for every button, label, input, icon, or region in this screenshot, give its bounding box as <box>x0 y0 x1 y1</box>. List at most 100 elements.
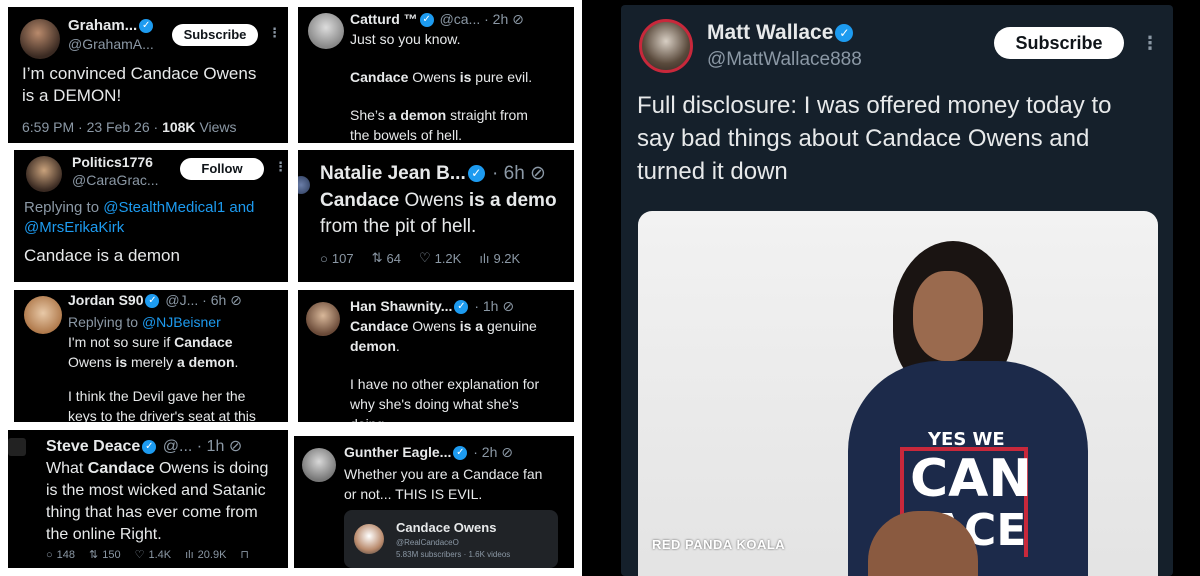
mention-link[interactable]: @NJBeisner <box>142 314 221 330</box>
author-handle[interactable]: @... <box>163 438 193 455</box>
follow-button[interactable]: Follow <box>180 158 264 180</box>
like-button[interactable]: ♡ 1.2K <box>419 250 461 266</box>
tweet-text-line: Candace Owens is a genuine <box>350 318 537 334</box>
tweet-card-han[interactable]: Han Shawnity... ✓ · 1h ⊘ Candace Owens is… <box>298 290 574 422</box>
reply-icon: ○ <box>46 548 53 561</box>
tweet-card-catturd[interactable]: Catturd ™ ✓ @ca... · 2h ⊘ Just so you kno… <box>298 7 574 143</box>
channel-name: Candace Owens <box>396 520 497 535</box>
repost-button[interactable]: ⇅ 64 <box>372 250 401 266</box>
channel-handle: @RealCandaceO <box>396 538 459 547</box>
tweet-time[interactable]: · 6h <box>202 292 226 308</box>
screenshot-collage: Graham... ✓ @GrahamA... Subscribe ⋮ I’m c… <box>0 0 582 576</box>
tweet-text-line: is a DEMON! <box>22 86 122 105</box>
photo-subject-face <box>913 271 983 361</box>
tweet-time[interactable]: · 1h <box>474 298 498 314</box>
like-button[interactable]: ♡ 1.4K <box>134 548 172 562</box>
avatar[interactable] <box>306 302 340 336</box>
author-handle[interactable]: @J... <box>165 292 198 308</box>
verified-badge-icon: ✓ <box>419 13 434 28</box>
tweet-text-line: is the most wicked and Satanic <box>46 482 266 499</box>
reply-button[interactable]: ○ 148 <box>46 548 75 561</box>
tweet-card-natalie[interactable]: Natalie Jean B... ✓ · 6h ⊘ Candace Owens … <box>298 150 574 282</box>
views-button[interactable]: ılı 9.2K <box>479 250 520 266</box>
mention-link[interactable]: @StealthMedical1 <box>103 199 225 216</box>
author-name[interactable]: Matt Wallace <box>707 21 833 44</box>
avatar[interactable] <box>639 19 693 73</box>
author-handle[interactable]: @ca... <box>440 11 481 27</box>
author-name[interactable]: Natalie Jean B... <box>320 163 466 184</box>
author-name[interactable]: Han Shawnity... <box>350 298 452 314</box>
repost-icon: ⇅ <box>371 250 383 265</box>
author-handle[interactable]: @GrahamA... <box>68 36 154 52</box>
author-handle[interactable]: @CaraGrac... <box>72 172 159 188</box>
tweet-time[interactable]: · 6h <box>492 163 525 184</box>
tweet-timestamp[interactable]: 6:59 PM · 23 Feb 26 · <box>22 119 158 135</box>
subscribe-button[interactable]: Subscribe <box>172 24 258 46</box>
grok-icon[interactable]: ⊘ <box>230 292 242 308</box>
avatar[interactable] <box>302 448 336 482</box>
repost-icon: ⇅ <box>89 549 99 561</box>
tweet-text-line: turned it down <box>637 158 788 185</box>
tweet-time[interactable]: · 2h <box>484 11 508 27</box>
author-name[interactable]: Catturd ™ <box>350 11 418 27</box>
author-name[interactable]: Steve Deace <box>46 438 140 455</box>
tweet-text-line: I’m convinced Candace Owens <box>22 64 257 83</box>
tweet-text-line: Candace is a demon <box>24 246 180 265</box>
tweet-text-line: What Candace Owens is doing <box>46 460 269 477</box>
more-options-icon[interactable]: ⋮ <box>1141 33 1159 54</box>
grok-icon[interactable]: ⊘ <box>502 298 514 314</box>
views-button[interactable]: ılı 20.9K <box>185 548 226 561</box>
verified-badge-icon: ✓ <box>142 439 157 454</box>
grok-icon[interactable]: ⊘ <box>229 438 242 455</box>
reply-button[interactable]: ○ 107 <box>320 250 354 266</box>
tweet-text-line: from the pit of hell. <box>320 216 477 237</box>
tweet-card-politics1776[interactable]: Politics1776 @CaraGrac... Follow ⋮ Reply… <box>14 150 288 282</box>
tweet-text-line: say bad things about Candace Owens and <box>637 125 1090 152</box>
heart-icon: ♡ <box>134 549 145 561</box>
tweet-text-line: Full disclosure: I was offered money tod… <box>637 92 1112 119</box>
author-name[interactable]: Jordan S90 <box>68 292 143 308</box>
channel-avatar <box>354 524 384 554</box>
tweet-text-line: Candace Owens is a demo <box>320 190 557 211</box>
main-tweet[interactable]: Matt Wallace ✓ @MattWallace888 Subscribe … <box>621 5 1173 576</box>
verified-badge-icon: ✓ <box>453 446 468 461</box>
avatar[interactable] <box>20 19 60 59</box>
tweet-text-line: demon. <box>350 338 400 354</box>
more-options-icon[interactable]: ⋮ <box>268 25 281 41</box>
mention-link[interactable]: @MrsErikaKirk <box>24 219 124 236</box>
analytics-icon: ılı <box>479 250 490 266</box>
author-name[interactable]: Gunther Eagle... <box>344 444 451 460</box>
tweet-card-gunther[interactable]: Gunther Eagle... ✓ · 2h ⊘ Whether you are… <box>294 436 574 568</box>
avatar[interactable] <box>298 176 310 194</box>
author-name[interactable]: Graham... <box>68 17 137 34</box>
tweet-card-jordan[interactable]: Jordan S90 ✓ @J... · 6h ⊘ Replying to @NJ… <box>14 290 288 422</box>
avatar[interactable] <box>8 438 26 456</box>
tweet-text-line: I have no other explanation for <box>350 376 540 392</box>
subscribe-button[interactable]: Subscribe <box>994 27 1124 59</box>
avatar[interactable] <box>308 13 344 49</box>
avatar[interactable] <box>24 296 62 334</box>
sweater-text: CAN <box>910 449 1032 509</box>
tweet-time[interactable]: · 2h <box>473 444 497 460</box>
grok-icon[interactable]: ⊘ <box>530 163 546 184</box>
author-handle[interactable]: @MattWallace888 <box>707 49 862 71</box>
embedded-channel-card[interactable]: Candace Owens @RealCandaceO 5.83M subscr… <box>344 510 558 568</box>
grok-icon[interactable]: ⊘ <box>501 444 513 460</box>
tweet-card-graham[interactable]: Graham... ✓ @GrahamA... Subscribe ⋮ I’m c… <box>8 7 288 143</box>
engagement-bar: ○ 107 ⇅ 64 ♡ 1.2K ılı 9.2K <box>320 250 520 266</box>
repost-button[interactable]: ⇅ 150 <box>89 548 121 562</box>
verified-badge-icon: ✓ <box>454 300 469 315</box>
verified-badge-icon: ✓ <box>139 19 154 34</box>
author-name[interactable]: Politics1776 <box>72 154 153 170</box>
views-label: Views <box>199 119 237 135</box>
avatar[interactable] <box>26 156 62 192</box>
more-options-icon[interactable]: ⋮ <box>274 159 287 175</box>
tweet-time[interactable]: · 1h <box>197 438 225 455</box>
bookmark-icon[interactable]: ⊓ <box>240 548 249 561</box>
attached-photo[interactable]: YES WE CAN ACE RED PANDA KOALA <box>638 211 1158 576</box>
verified-badge-icon: ✓ <box>467 165 485 183</box>
tweet-card-steve[interactable]: Steve Deace ✓ @... · 1h ⊘ What Candace Ow… <box>8 430 288 568</box>
verified-badge-icon: ✓ <box>835 24 854 43</box>
tweet-text-line: I think the Devil gave her the <box>68 388 246 404</box>
grok-icon[interactable]: ⊘ <box>512 11 524 27</box>
